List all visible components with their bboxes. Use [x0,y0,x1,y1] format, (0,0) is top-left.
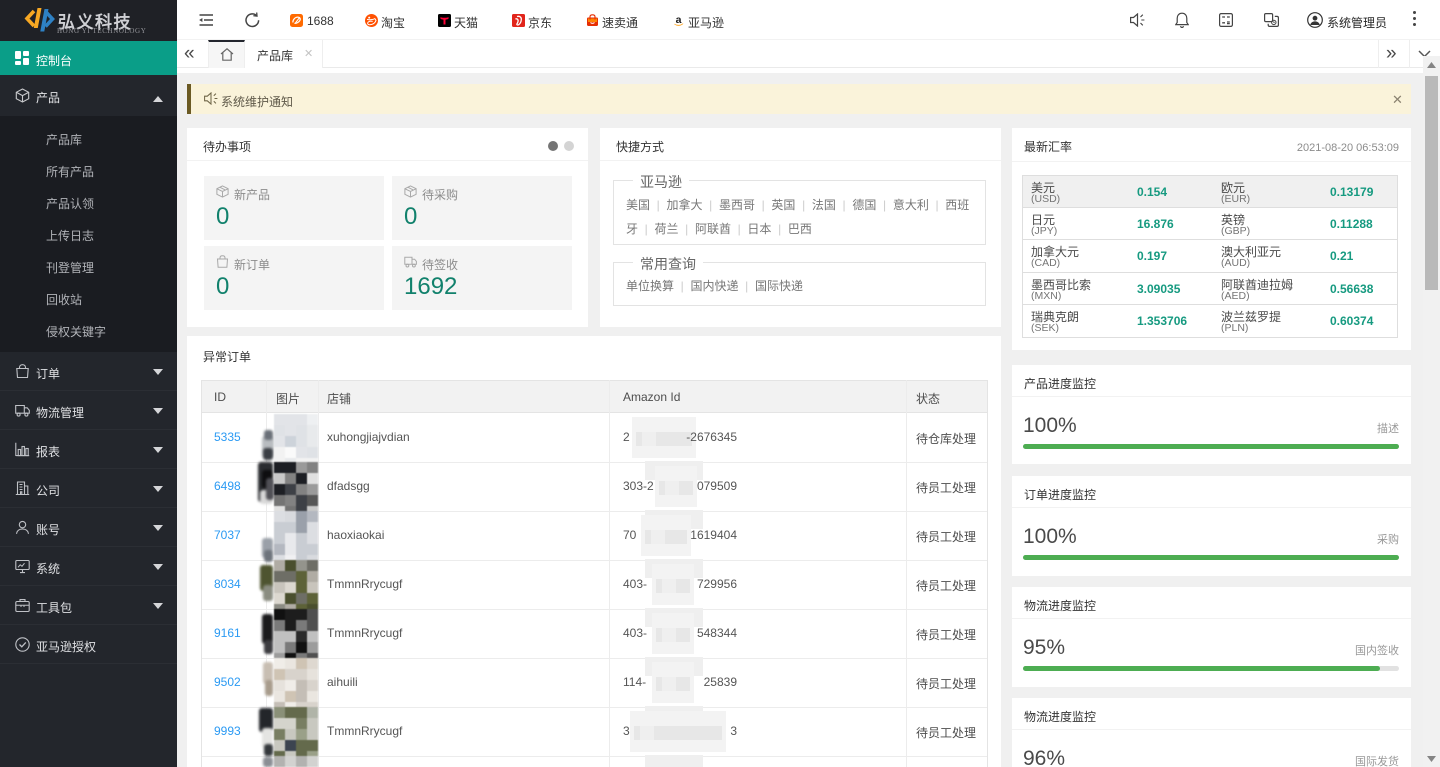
svg-text:a: a [676,14,682,26]
